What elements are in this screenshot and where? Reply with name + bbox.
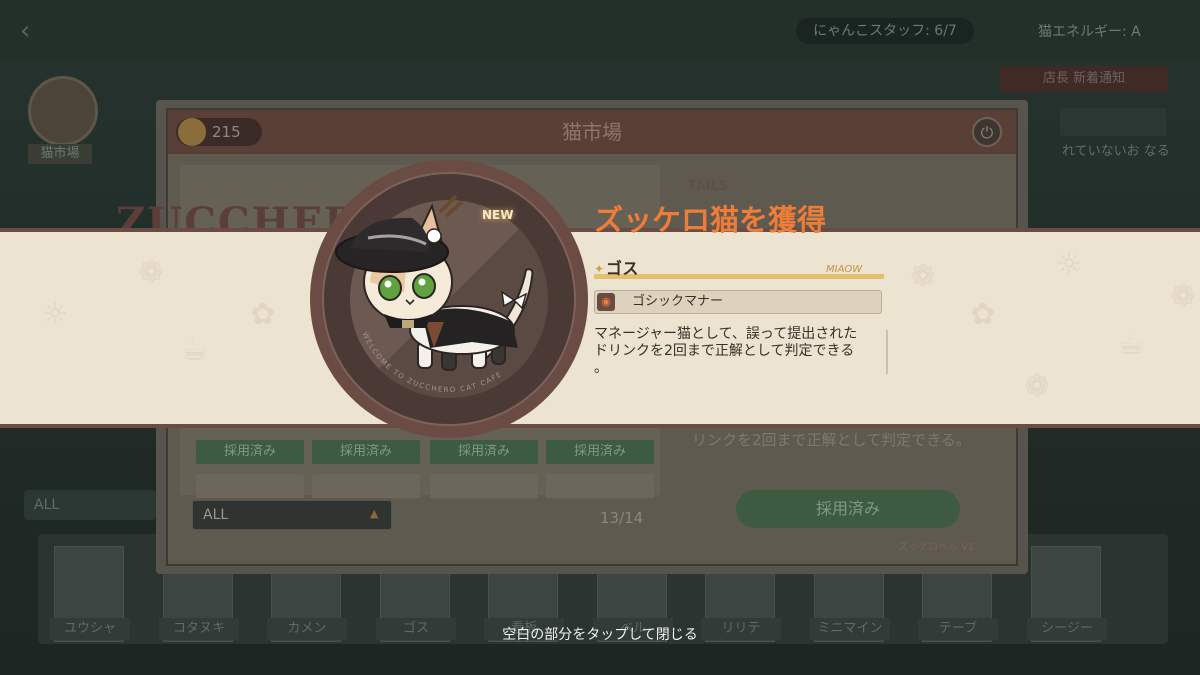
coin-icon	[178, 118, 206, 146]
footer-text: ズッケロヘル V1	[898, 542, 975, 553]
scrollbar[interactable]	[886, 330, 888, 374]
skill-name: ゴシックマナー	[632, 294, 724, 309]
paw-icon: ❁	[1170, 279, 1196, 314]
coin-count: 215	[212, 123, 241, 141]
bg-filter-dropdown[interactable]: ALL	[24, 490, 156, 520]
sparkle-icon: ✦	[594, 262, 605, 276]
shop-icon[interactable]	[28, 76, 98, 146]
cat-icon: ☼	[1055, 247, 1083, 282]
notice-tag: 店長 新着通知	[1000, 66, 1168, 92]
fish-icon: ✿	[250, 297, 276, 332]
cup-icon: ☕	[1117, 327, 1145, 362]
skill-icon: ◉	[597, 293, 615, 311]
skill-description: マネージャー猫として、誤って提出された ドリンクを2回まで正解として判定できる …	[594, 326, 884, 378]
new-badge: NEW	[482, 208, 514, 222]
cat-illustration: WELCOME TO ZUCCHERO CAT CAFE	[335, 194, 534, 394]
energy-label: 猫エネルギー: A	[1038, 24, 1141, 40]
power-icon[interactable]: ⏻	[972, 117, 1002, 147]
cat-card[interactable]	[546, 474, 654, 498]
cat-card-label: コタヌキ	[159, 618, 239, 640]
paw-icon: ❁	[138, 255, 164, 290]
adopt-button[interactable]: 採用済み	[430, 440, 538, 464]
cat-card-label: シージー	[1027, 618, 1107, 640]
cat-card[interactable]	[196, 474, 304, 498]
filter-dropdown[interactable]: ALL	[192, 500, 392, 530]
caret-up-icon: ▲	[370, 507, 379, 520]
cat-name: ゴス	[606, 259, 639, 278]
close-hint: 空白の部分をタップして閉じる	[502, 627, 698, 643]
adopt-button[interactable]: 採用済み	[546, 440, 654, 464]
adopt-button[interactable]: 採用済み	[312, 440, 420, 464]
cat-card-label: ユウシャ	[50, 618, 130, 640]
detail-text: リンクを2回まで正解として判定できる。	[692, 431, 971, 449]
meow-decoration: MIAOW	[826, 264, 863, 275]
cat-card-label: テーブ	[918, 618, 998, 640]
shop-label: 猫市場	[28, 144, 92, 164]
reward-title: ズッケロ猫を獲得	[594, 203, 827, 237]
cat-card[interactable]	[430, 474, 538, 498]
paw-icon: ❁	[910, 259, 936, 294]
notice-box	[1060, 108, 1166, 136]
cup-icon: ☕	[181, 333, 209, 368]
back-arrow-icon[interactable]: ‹	[20, 16, 80, 46]
notice-text: れていないお なる	[1062, 144, 1170, 159]
cat-icon: ☼	[41, 297, 69, 332]
skill-description-line: マネージャー猫として、誤って提出された	[594, 326, 858, 342]
market-title: 猫市場	[562, 120, 622, 144]
tails-logo: TAILS	[688, 179, 729, 194]
cat-card[interactable]	[312, 474, 420, 498]
cat-card-label: ミニマイン	[810, 618, 890, 640]
skill-description-line: ドリンクを2回まで正解として判定できる	[594, 343, 855, 359]
cat-card-label: カメン	[267, 618, 347, 640]
page-indicator: 13/14	[600, 509, 644, 527]
fish-icon: ✿	[970, 297, 996, 332]
detail-adopt-button[interactable]: 採用済み	[736, 490, 960, 528]
skill-description-line: 。	[594, 360, 608, 376]
band-border-bottom	[0, 424, 1200, 428]
staff-count: にゃんこスタッフ: 6/7	[796, 18, 974, 44]
adopt-button[interactable]: 採用済み	[196, 440, 304, 464]
paw-icon: ❁	[1024, 369, 1050, 404]
top-bar	[0, 0, 1200, 60]
